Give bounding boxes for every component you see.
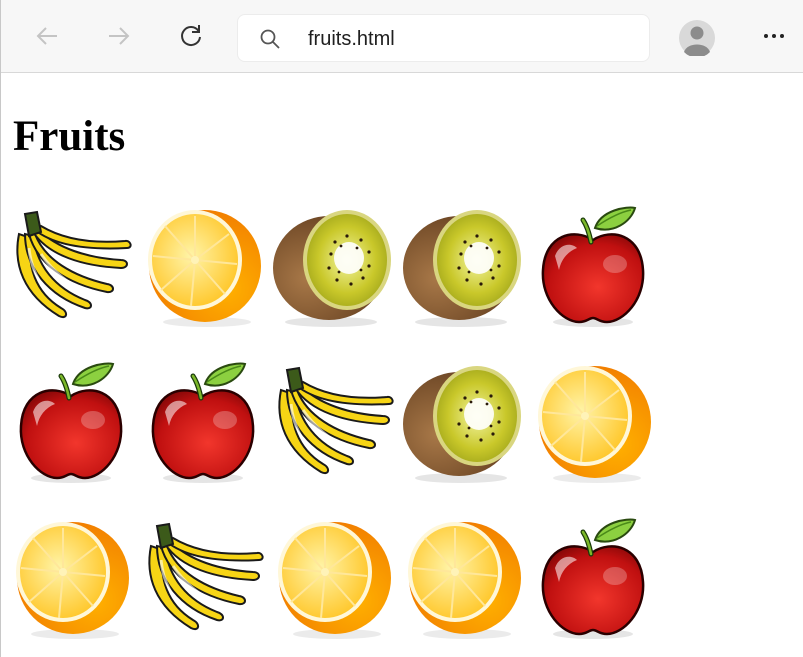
more-options-button[interactable] bbox=[756, 18, 792, 54]
banana-image bbox=[9, 204, 133, 328]
banana-icon bbox=[16, 210, 132, 318]
orange-icon bbox=[538, 366, 651, 483]
orange-icon bbox=[408, 522, 521, 639]
orange-icon bbox=[16, 522, 129, 639]
orange-image bbox=[401, 516, 525, 640]
reload-icon bbox=[181, 25, 201, 46]
forward-button[interactable] bbox=[101, 18, 137, 54]
apple-icon bbox=[541, 206, 645, 327]
kiwi-image bbox=[401, 360, 525, 484]
search-icon bbox=[260, 29, 280, 49]
apple-image bbox=[531, 516, 655, 640]
orange-image bbox=[271, 516, 395, 640]
kiwi-icon bbox=[273, 210, 391, 327]
orange-icon bbox=[278, 522, 391, 639]
apple-image bbox=[141, 360, 265, 484]
address-bar[interactable]: fruits.html bbox=[237, 14, 650, 62]
kiwi-icon bbox=[403, 366, 521, 483]
browser-window: fruits.html Fruits bbox=[0, 0, 803, 657]
profile-avatar-icon[interactable] bbox=[679, 20, 715, 56]
back-arrow-icon bbox=[36, 27, 57, 45]
apple-image bbox=[9, 360, 133, 484]
orange-image bbox=[141, 204, 265, 328]
page-content: Fruits bbox=[1, 72, 803, 657]
banana-image bbox=[271, 360, 395, 484]
kiwi-image bbox=[271, 204, 395, 328]
apple-image bbox=[531, 204, 655, 328]
orange-image bbox=[9, 516, 133, 640]
browser-toolbar: fruits.html bbox=[1, 0, 803, 73]
banana-image bbox=[141, 516, 265, 640]
more-options-icon bbox=[764, 34, 784, 38]
apple-icon bbox=[151, 362, 255, 483]
address-text: fruits.html bbox=[308, 28, 395, 50]
banana-icon bbox=[148, 522, 264, 630]
kiwi-image bbox=[401, 204, 525, 328]
orange-icon bbox=[148, 210, 261, 327]
kiwi-icon bbox=[403, 210, 521, 327]
apple-icon bbox=[19, 362, 123, 483]
forward-arrow-icon bbox=[109, 27, 130, 45]
apple-icon bbox=[541, 518, 645, 639]
back-button[interactable] bbox=[29, 18, 65, 54]
orange-image bbox=[531, 360, 655, 484]
page-heading: Fruits bbox=[13, 113, 126, 160]
reload-button[interactable] bbox=[173, 18, 209, 54]
banana-icon bbox=[278, 366, 394, 474]
